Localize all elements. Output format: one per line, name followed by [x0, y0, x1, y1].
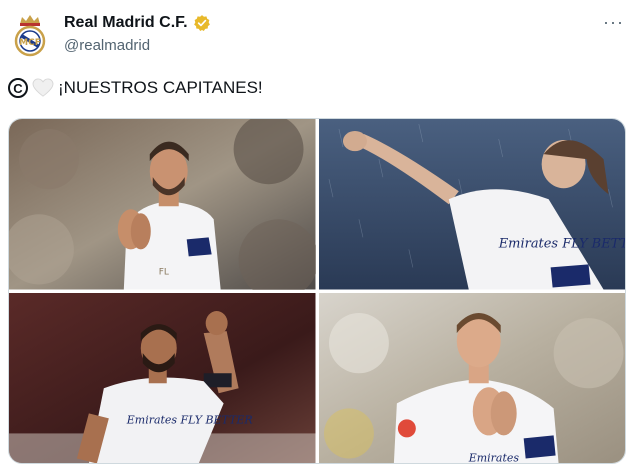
jersey-sponsor-text: Emirates	[467, 451, 519, 463]
jersey-sponsor-text: Emirates FLY BETTER	[497, 236, 625, 251]
white-heart-icon	[32, 78, 54, 98]
author-handle[interactable]: @realmadrid	[64, 37, 150, 54]
player-fist-raised-image: Emirates FLY BETTER	[9, 292, 316, 463]
jersey-sponsor-text: Emirates FLY BETTER	[126, 413, 253, 426]
tweet-text-content: ¡NUESTROS CAPITANES!	[58, 78, 263, 97]
player-celebrating-rain-image: Emirates FLY BETTER	[318, 119, 625, 290]
jersey-text: FL	[159, 267, 169, 277]
copyright-circle-icon: C	[8, 78, 28, 98]
svg-text:MCF: MCF	[19, 38, 41, 48]
media-grid: FL Emirates FLY BET Emirates FLY BETTER …	[8, 118, 626, 464]
verified-badge-icon	[193, 14, 211, 32]
player-applauding-image: FL	[9, 119, 316, 290]
photo-2[interactable]: Emirates FLY BETTER	[318, 119, 625, 290]
display-name[interactable]: Real Madrid C.F.	[64, 14, 188, 32]
more-options-icon[interactable]: ···	[603, 12, 624, 33]
author-name-row: Real Madrid C.F.	[64, 14, 211, 32]
photo-3[interactable]: Emirates FLY BETTER	[9, 292, 316, 463]
player-applauding-closeup-image: Emirates	[318, 292, 625, 463]
photo-4[interactable]: Emirates	[318, 292, 625, 463]
photo-1[interactable]: FL	[9, 119, 316, 290]
real-madrid-crest-icon: MCF	[14, 15, 46, 57]
avatar[interactable]: MCF	[10, 14, 50, 58]
tweet-text: C ¡NUESTROS CAPITANES!	[8, 78, 263, 98]
